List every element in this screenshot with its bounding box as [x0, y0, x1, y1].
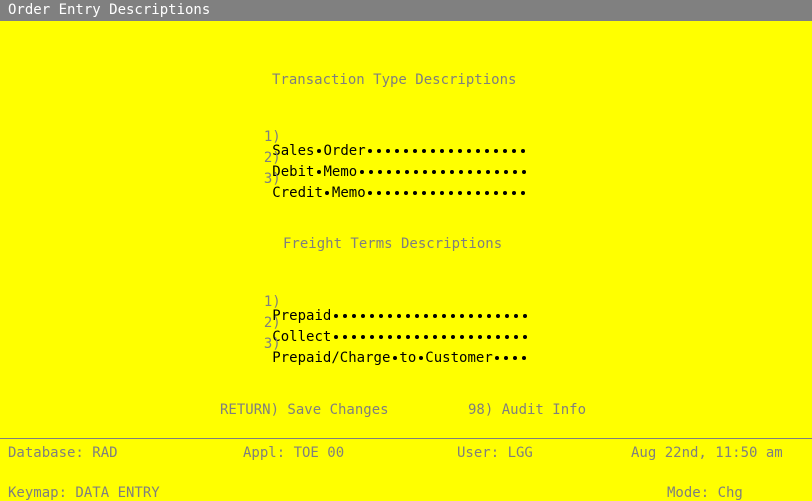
title-bar: Order Entry Descriptions: [0, 0, 812, 21]
datetime-label: Aug 22nd, 11:50 am: [631, 445, 783, 461]
prepaid-charge-to-customer-field[interactable]: Prepaid/Charge to Customer: [264, 350, 529, 366]
freight-field-row-3: 3) Prepaid/Charge to Customer: [247, 323, 529, 365]
status-divider: [0, 438, 812, 439]
keymap-label: Keymap: DATA ENTRY: [8, 485, 160, 501]
freight-terms-heading: Freight Terms Descriptions: [283, 236, 503, 252]
mode-label: Mode: Chg: [667, 485, 743, 501]
transaction-field-row-3: 3) Credit Memo: [247, 158, 528, 200]
transaction-type-heading: Transaction Type Descriptions: [272, 72, 517, 88]
database-label: Database: RAD: [8, 445, 118, 461]
appl-label: Appl: TOE 00: [243, 445, 345, 461]
user-label: User: LGG: [457, 445, 533, 461]
window-title: Order Entry Descriptions: [8, 2, 211, 18]
credit-memo-field[interactable]: Credit Memo: [264, 185, 528, 201]
audit-info-key[interactable]: 98) Audit Info: [468, 403, 586, 417]
save-changes-key[interactable]: RETURN) Save Changes: [220, 403, 389, 417]
